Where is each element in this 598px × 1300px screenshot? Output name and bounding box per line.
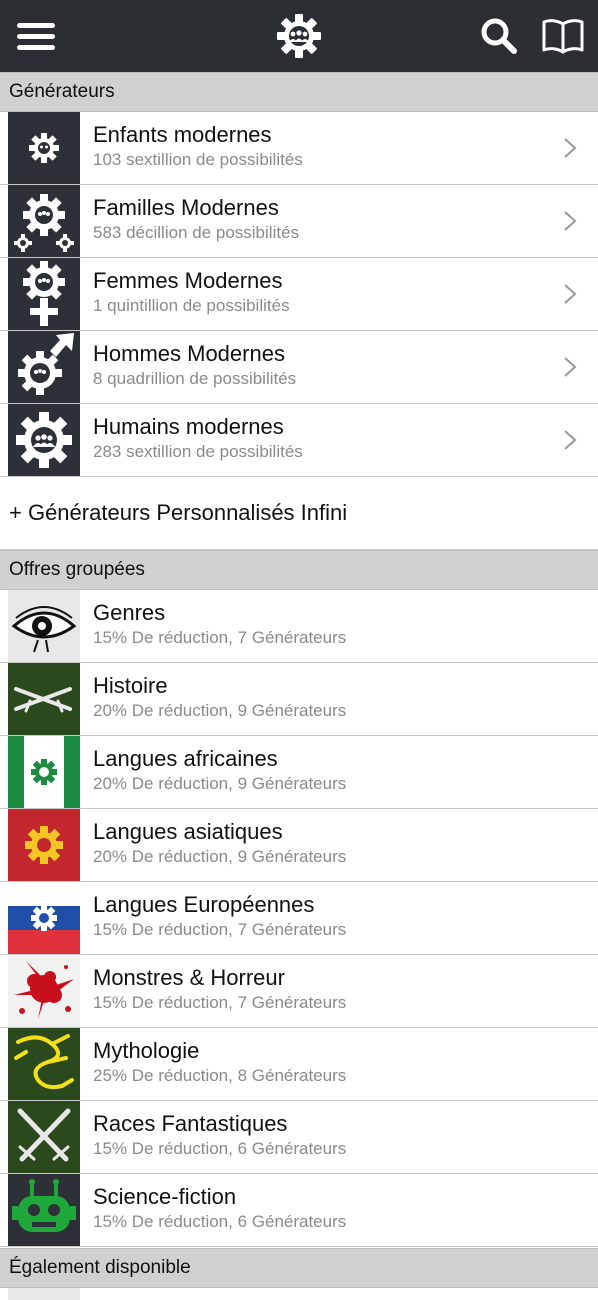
gear-female-symbol-icon (8, 258, 80, 330)
bundle-item-genres[interactable]: Genres 15% De réduction, 7 Générateurs (0, 590, 598, 663)
generator-item-enfants-modernes[interactable]: Enfants modernes 103 sextillion de possi… (0, 112, 598, 185)
menu-button[interactable] (10, 0, 62, 72)
list-item-thumbnail-partial (8, 1288, 80, 1300)
custom-generators-button[interactable]: + Générateurs Personnalisés Infini (0, 477, 598, 550)
item-title: Hommes Modernes (93, 341, 285, 366)
app-logo (270, 0, 328, 72)
item-title: Enfants modernes (93, 122, 272, 147)
item-subtitle: 15% De réduction, 6 Générateurs (93, 1139, 347, 1158)
item-subtitle: 103 sextillion de possibilités (93, 150, 303, 169)
item-title: Familles Modernes (93, 195, 279, 220)
section-title: Également disponible (9, 1257, 191, 1278)
item-title: Genres (93, 600, 166, 625)
generator-item-hommes-modernes[interactable]: Hommes Modernes 8 quadrillion de possibi… (0, 331, 598, 404)
item-title: Langues asiatiques (93, 819, 283, 844)
generators-list: Enfants modernes 103 sextillion de possi… (0, 112, 598, 477)
section-title: Générateurs (9, 81, 115, 102)
item-title: Langues africaines (93, 746, 278, 771)
red-yellow-gear-icon (8, 809, 80, 881)
robot-icon (8, 1174, 80, 1246)
item-title: Science-fiction (93, 1184, 237, 1209)
bundle-item-histoire[interactable]: Histoire 20% De réduction, 9 Générateurs (0, 663, 598, 736)
bundle-item-races-fantastiques[interactable]: Races Fantastiques 15% De réduction, 6 G… (0, 1101, 598, 1174)
item-title: Mythologie (93, 1038, 200, 1063)
crossed-rifles-icon (8, 663, 80, 735)
item-subtitle: 8 quadrillion de possibilités (93, 369, 297, 388)
chevron-right-icon (564, 357, 577, 377)
item-subtitle: 283 sextillion de possibilités (93, 442, 303, 461)
bundle-item-langues-africaines[interactable]: Langues africaines 20% De réduction, 9 G… (0, 736, 598, 809)
section-header-bundles: Offres groupées (0, 550, 598, 590)
item-subtitle: 20% De réduction, 9 Générateurs (93, 847, 347, 866)
green-white-flag-icon (8, 736, 80, 808)
chevron-right-icon (564, 138, 577, 158)
gear-people-logo-icon (277, 14, 321, 58)
item-subtitle: 15% De réduction, 7 Générateurs (93, 920, 347, 939)
item-subtitle: 583 décillion de possibilités (93, 223, 300, 242)
search-button[interactable] (474, 0, 524, 72)
item-subtitle: 15% De réduction, 7 Générateurs (93, 628, 347, 647)
chevron-right-icon (564, 211, 577, 231)
bundle-item-langues-asiatiques[interactable]: Langues asiatiques 20% De réduction, 9 G… (0, 809, 598, 882)
top-app-bar (0, 0, 598, 72)
bundle-item-mythologie[interactable]: Mythologie 25% De réduction, 8 Générateu… (0, 1028, 598, 1101)
crossed-swords-icon (8, 1101, 80, 1173)
item-subtitle: 20% De réduction, 9 Générateurs (93, 701, 347, 720)
hamburger-icon (17, 23, 55, 50)
small-gear-people-icon (8, 112, 80, 184)
section-title: Offres groupées (9, 559, 145, 580)
generator-item-humains-modernes[interactable]: Humains modernes 283 sextillion de possi… (0, 404, 598, 477)
item-title: Races Fantastiques (93, 1111, 288, 1136)
item-title: Monstres & Horreur (93, 965, 285, 990)
search-icon (481, 18, 517, 54)
bundle-item-langues-europeennes[interactable]: Langues Européennes 15% De réduction, 7 … (0, 882, 598, 955)
generator-item-familles-modernes[interactable]: Familles Modernes 583 décillion de possi… (0, 185, 598, 258)
generator-item-femmes-modernes[interactable]: Femmes Modernes 1 quintillion de possibi… (0, 258, 598, 331)
bundles-list: Genres 15% De réduction, 7 Générateurs H… (0, 590, 598, 1247)
item-title: Humains modernes (93, 414, 284, 439)
dragon-icon (8, 1028, 80, 1100)
gear-people-icon (8, 404, 80, 476)
item-subtitle: 15% De réduction, 6 Générateurs (93, 1212, 347, 1231)
gear-family-icon (8, 185, 80, 257)
chevron-right-icon (564, 284, 577, 304)
item-title: Femmes Modernes (93, 268, 283, 293)
item-subtitle: 15% De réduction, 7 Générateurs (93, 993, 347, 1012)
section-header-generators: Générateurs (0, 72, 598, 112)
item-subtitle: 20% De réduction, 9 Générateurs (93, 774, 347, 793)
item-title: Langues Européennes (93, 892, 315, 917)
bundle-item-science-fiction[interactable]: Science-fiction 15% De réduction, 6 Géné… (0, 1174, 598, 1247)
custom-generators-label: + Générateurs Personnalisés Infini (9, 500, 348, 525)
chevron-right-icon (564, 430, 577, 450)
tricolor-flag-icon (8, 882, 80, 954)
bundle-item-monstres-horreur[interactable]: Monstres & Horreur 15% De réduction, 7 G… (0, 955, 598, 1028)
blood-splatter-icon (8, 955, 80, 1027)
open-book-icon (542, 19, 584, 54)
section-header-also-available: Également disponible (0, 1248, 598, 1288)
item-title: Histoire (93, 673, 168, 698)
item-subtitle: 1 quintillion de possibilités (93, 296, 290, 315)
gear-male-symbol-icon (8, 331, 80, 403)
item-subtitle: 25% De réduction, 8 Générateurs (93, 1066, 347, 1085)
library-button[interactable] (536, 0, 590, 72)
eye-icon (8, 590, 80, 662)
